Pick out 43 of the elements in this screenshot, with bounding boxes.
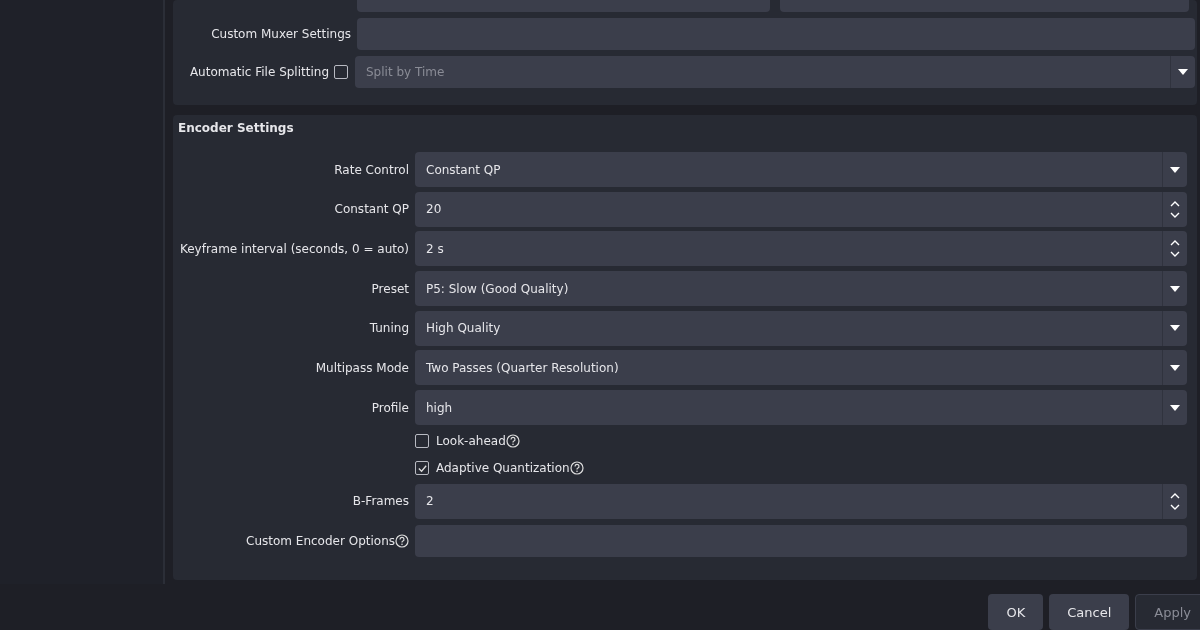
spin-up-icon[interactable]	[1170, 492, 1180, 499]
checkbox[interactable]	[415, 434, 429, 449]
dropdown[interactable]: high	[415, 390, 1187, 426]
help-icon[interactable]	[569, 461, 584, 476]
dialog-button[interactable]: Cancel	[1049, 594, 1130, 630]
dropdown-arrow-icon	[1170, 364, 1180, 371]
dropdown-arrow-icon	[1170, 166, 1180, 173]
dropdown-arrow-icon	[1170, 325, 1180, 332]
field-label: Constant QP	[334, 202, 409, 217]
dropdown-arrow-icon	[1170, 285, 1180, 292]
dropdown-arrow-icon	[1178, 69, 1188, 75]
section-title: Encoder Settings	[177, 120, 295, 137]
spin-down-icon[interactable]	[1170, 503, 1180, 510]
field-label: Profile	[371, 400, 409, 415]
checkbox[interactable]	[415, 461, 429, 476]
field-label: B-Frames	[352, 494, 409, 509]
field-label: Custom Encoder Options	[246, 534, 395, 548]
input-field[interactable]	[357, 18, 1195, 50]
field-label: Multipass Mode	[315, 360, 409, 375]
spin-box[interactable]: 2 s	[415, 231, 1187, 267]
dropdown[interactable]: Two Passes (Quarter Resolution)	[415, 350, 1187, 386]
field-label: Rate Control	[334, 162, 409, 177]
spin-down-icon[interactable]	[1170, 211, 1180, 218]
field-label: Automatic File Splitting	[188, 65, 330, 79]
dropdown[interactable]: High Quality	[415, 310, 1187, 346]
help-icon[interactable]	[395, 534, 409, 548]
field-label: Keyframe interval (seconds, 0 = auto)	[179, 241, 409, 256]
field-label: Tuning	[369, 321, 409, 336]
field-label: Custom Muxer Settings	[210, 27, 352, 41]
dropdown[interactable]: P5: Slow (Good Quality)	[415, 271, 1187, 307]
spin-up-icon[interactable]	[1170, 200, 1180, 207]
field-label: Preset	[371, 281, 409, 296]
spin-down-icon[interactable]	[1170, 251, 1180, 258]
checkbox-label: Look-ahead	[436, 434, 506, 449]
dropdown-arrow-icon	[1170, 404, 1180, 411]
dialog-button[interactable]: OK	[988, 594, 1044, 630]
help-icon[interactable]	[505, 434, 520, 449]
spin-box[interactable]: 2	[415, 483, 1187, 519]
checkbox-label: Adaptive Quantization	[436, 461, 570, 476]
dropdown[interactable]: Constant QP	[415, 152, 1187, 187]
spin-up-icon[interactable]	[1170, 240, 1180, 247]
input-field[interactable]	[415, 525, 1187, 557]
spin-box[interactable]: 20	[415, 191, 1187, 227]
